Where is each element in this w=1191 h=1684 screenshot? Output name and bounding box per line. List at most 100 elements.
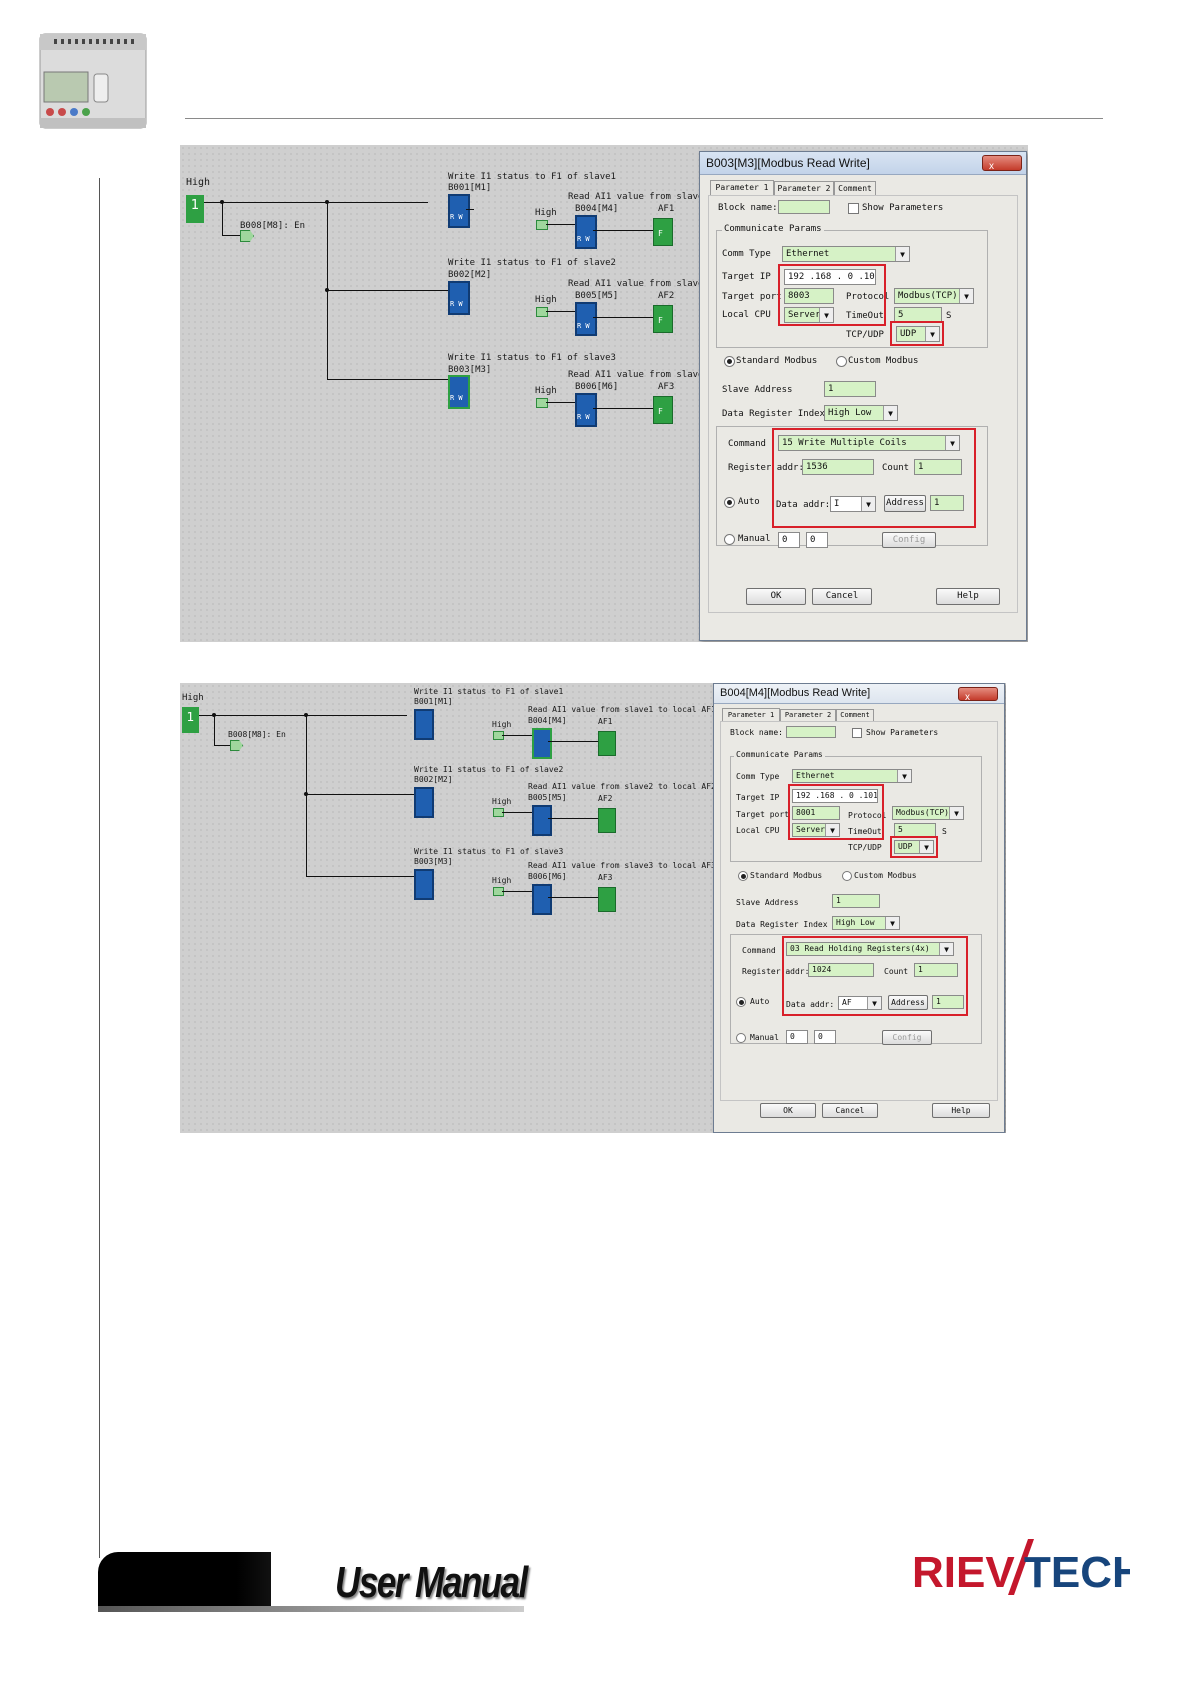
help-button[interactable]: Help	[932, 1103, 990, 1118]
modbus-read-block-selected[interactable]	[532, 728, 552, 759]
timeout-input[interactable]: 5	[894, 823, 936, 837]
slave-address-input[interactable]: 1	[832, 894, 880, 908]
custom-modbus-radio[interactable]	[836, 356, 847, 367]
manual-input-1[interactable]: 0	[778, 532, 800, 548]
high-input-icon	[536, 220, 548, 230]
tab-parameter-1[interactable]: Parameter 1	[710, 180, 774, 195]
write-block-id: B002[M2]	[448, 270, 492, 280]
ok-button[interactable]: OK	[746, 588, 806, 605]
config-button[interactable]: Config	[882, 532, 936, 548]
high-label: High	[492, 720, 512, 729]
target-ip-label: Target IP	[736, 793, 780, 802]
modbus-read-block[interactable]	[532, 884, 552, 915]
modbus-read-block[interactable]	[575, 302, 597, 336]
af-label: AF3	[598, 873, 613, 882]
tab-parameter-2[interactable]: Parameter 2	[780, 709, 836, 721]
modbus-write-block[interactable]	[414, 869, 434, 900]
target-port-label: Target port	[722, 292, 782, 302]
manual-label: Manual	[738, 534, 771, 544]
write-block-id: B003[M3]	[448, 365, 492, 375]
timeout-unit: S	[942, 827, 947, 836]
command-label: Command	[742, 946, 776, 955]
close-button[interactable]: x	[982, 155, 1022, 172]
custom-modbus-radio[interactable]	[842, 871, 852, 881]
tab-parameter-1[interactable]: Parameter 1	[722, 708, 780, 721]
plc-device-image	[34, 32, 152, 132]
analog-flag-block[interactable]	[598, 887, 616, 912]
tab-comment[interactable]: Comment	[836, 709, 874, 721]
standard-modbus-radio[interactable]	[724, 356, 735, 367]
highlight-ip-port	[778, 264, 886, 326]
high-label: High	[535, 208, 557, 218]
config-button[interactable]: Config	[882, 1030, 932, 1045]
block-name-input[interactable]	[778, 200, 830, 214]
write-block-id: B002[M2]	[414, 775, 453, 784]
custom-modbus-label: Custom Modbus	[848, 356, 919, 366]
digital-input-block[interactable]: 1	[186, 195, 204, 217]
cancel-button[interactable]: Cancel	[812, 588, 872, 605]
highlight-ip-port	[788, 784, 884, 840]
tab-comment[interactable]: Comment	[834, 181, 876, 195]
analog-flag-block[interactable]	[598, 731, 616, 756]
auto-radio[interactable]	[724, 497, 735, 508]
local-cpu-label: Local CPU	[736, 826, 780, 835]
analog-flag-block[interactable]	[653, 396, 673, 424]
highlight-command	[782, 936, 968, 1016]
auto-label: Auto	[738, 497, 760, 507]
standard-modbus-label: Standard Modbus	[736, 356, 818, 366]
read-block-title: Read AI1 value from slave3	[568, 370, 709, 380]
tcp-udp-label: TCP/UDP	[846, 330, 884, 340]
modbus-write-block-selected[interactable]	[448, 375, 470, 409]
data-register-index-select[interactable]: High Low ▼	[832, 916, 900, 930]
modbus-write-block[interactable]	[448, 194, 470, 228]
cancel-button[interactable]: Cancel	[822, 1103, 878, 1118]
show-parameters-checkbox[interactable]	[852, 728, 862, 738]
dialog-title: B003[M3][Modbus Read Write]	[706, 156, 870, 170]
ok-button[interactable]: OK	[760, 1103, 816, 1118]
help-button[interactable]: Help	[936, 588, 1000, 605]
show-parameters-checkbox[interactable]	[848, 203, 859, 214]
modbus-read-block[interactable]	[532, 805, 552, 836]
protocol-select[interactable]: Modbus(TCP) ▼	[894, 288, 974, 304]
read-block-id: B006[M6]	[528, 872, 567, 881]
slave-address-input[interactable]: 1	[824, 381, 876, 397]
block-name-input[interactable]	[786, 726, 836, 738]
close-button[interactable]: x	[958, 687, 998, 703]
data-register-index-select[interactable]: High Low ▼	[824, 405, 898, 421]
auto-radio[interactable]	[736, 997, 746, 1007]
modbus-write-block[interactable]	[414, 709, 434, 740]
protocol-select[interactable]: Modbus(TCP) ▼	[892, 806, 964, 820]
read-block-id: B004[M4]	[575, 204, 619, 214]
standard-modbus-radio[interactable]	[738, 871, 748, 881]
modbus-write-block[interactable]	[448, 281, 470, 315]
modbus-write-block[interactable]	[414, 787, 434, 818]
high-input-icon	[536, 398, 548, 408]
analog-flag-block[interactable]	[653, 305, 673, 333]
high-label: High	[182, 693, 204, 703]
manual-input-2[interactable]: 0	[814, 1030, 836, 1044]
manual-input-1[interactable]: 0	[786, 1030, 808, 1044]
dialog-title: B004[M4][Modbus Read Write]	[720, 687, 871, 699]
comm-type-select[interactable]: Ethernet ▼	[782, 246, 910, 262]
write-block-title: Write I1 status to F1 of slave3	[448, 353, 616, 363]
af-label: AF2	[658, 291, 675, 301]
read-block-title: Read AI1 value from slave1 to local AF1	[528, 705, 716, 714]
tab-parameter-2[interactable]: Parameter 2	[774, 181, 834, 195]
modbus-read-block[interactable]	[575, 215, 597, 249]
close-icon: x	[989, 161, 994, 172]
digital-input-block[interactable]: 1	[182, 707, 199, 727]
manual-radio[interactable]	[736, 1033, 746, 1043]
standard-modbus-label: Standard Modbus	[750, 871, 823, 880]
target-port-label: Target port	[736, 810, 789, 819]
analog-flag-block[interactable]	[598, 808, 616, 833]
show-parameters-label: Show Parameters	[866, 728, 939, 737]
analog-flag-block[interactable]	[653, 218, 673, 246]
read-block-id: B005[M5]	[528, 793, 567, 802]
data-register-index-label: Data Register Index	[722, 409, 825, 419]
manual-input-2[interactable]: 0	[806, 532, 828, 548]
modbus-read-block[interactable]	[575, 393, 597, 427]
high-input-icon	[536, 307, 548, 317]
comm-type-select[interactable]: Ethernet ▼	[792, 769, 912, 783]
manual-radio[interactable]	[724, 534, 735, 545]
high-label: High	[186, 177, 211, 188]
